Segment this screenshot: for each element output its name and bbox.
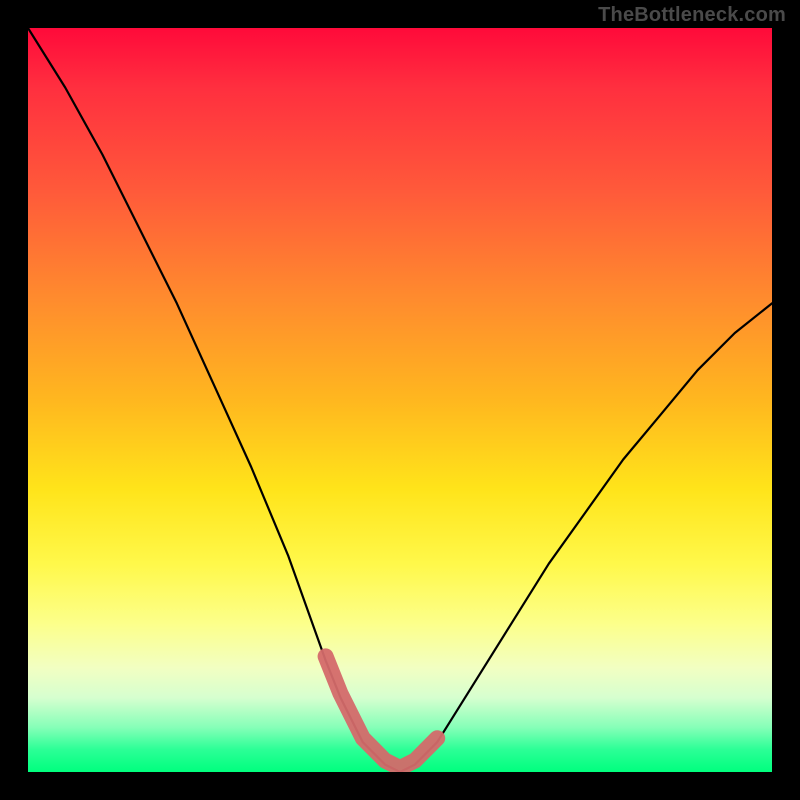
optimal-range-highlight (326, 656, 438, 768)
curve-layer (28, 28, 772, 772)
plot-area (28, 28, 772, 772)
chart-stage: TheBottleneck.com (0, 0, 800, 800)
watermark-text: TheBottleneck.com (598, 4, 786, 27)
bottleneck-curve (28, 28, 772, 772)
